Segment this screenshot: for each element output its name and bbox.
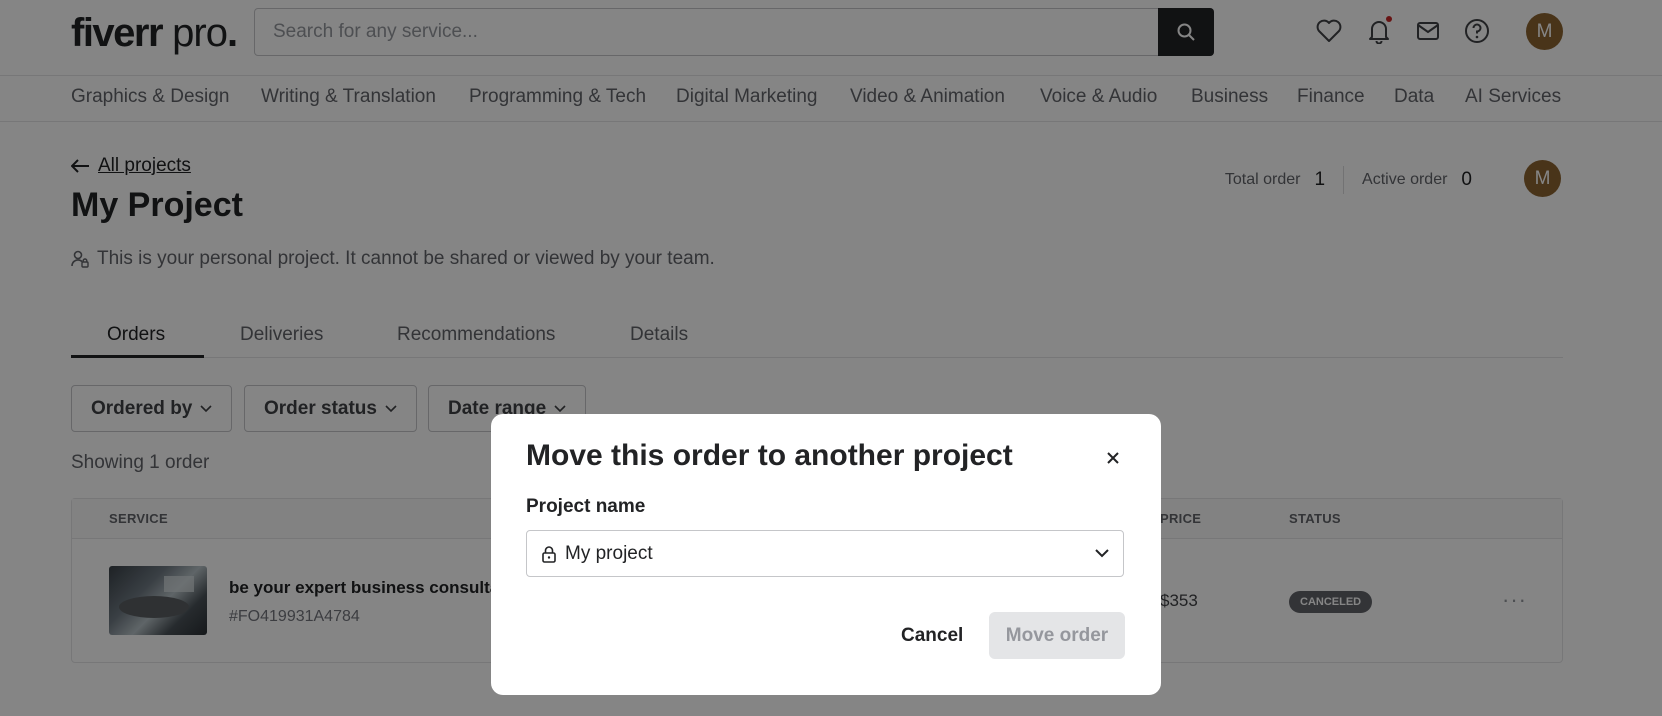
move-order-button[interactable]: Move order — [989, 612, 1125, 659]
close-icon — [1107, 452, 1119, 464]
selected-project: My project — [565, 542, 653, 564]
project-select[interactable]: My project — [526, 530, 1124, 577]
lock-icon — [542, 545, 556, 563]
cancel-button[interactable]: Cancel — [897, 613, 967, 659]
move-order-modal: Move this order to another project Proje… — [491, 414, 1161, 695]
project-name-label: Project name — [526, 496, 646, 517]
chevron-down-icon — [1095, 549, 1109, 558]
close-button[interactable] — [1101, 446, 1125, 470]
modal-title: Move this order to another project — [526, 439, 1013, 472]
